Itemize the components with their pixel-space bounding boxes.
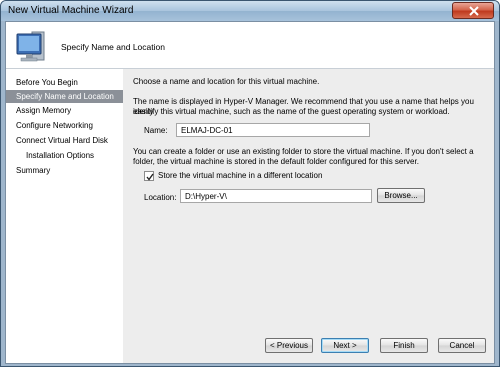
name-label: Name: (144, 126, 168, 135)
close-icon (469, 6, 479, 16)
sidebar-item-summary[interactable]: Summary (6, 164, 123, 177)
location-label: Location: (144, 193, 177, 202)
sidebar-item-connect-virtual-hard-disk[interactable]: Connect Virtual Hard Disk (6, 134, 123, 147)
page-title: Specify Name and Location (61, 42, 165, 52)
sidebar-item-before-you-begin[interactable]: Before You Begin (6, 76, 123, 89)
name-input[interactable]: ELMAJ-DC-01 (176, 123, 370, 137)
close-button[interactable] (452, 2, 494, 19)
sidebar-item-configure-networking[interactable]: Configure Networking (6, 119, 123, 132)
sidebar-item-installation-options[interactable]: Installation Options (6, 149, 123, 162)
next-button[interactable]: Next > (321, 338, 369, 353)
folder-description-line-2: folder, the virtual machine is stored in… (133, 157, 419, 166)
title-bar[interactable]: New Virtual Machine Wizard (1, 1, 499, 21)
intro-text: Choose a name and location for this virt… (133, 77, 320, 86)
wizard-window: New Virtual Machine Wizard Specify Name … (0, 0, 500, 367)
store-location-label[interactable]: Store the virtual machine in a different… (158, 171, 322, 181)
name-description-line-2: identify this virtual machine, such as t… (133, 107, 450, 116)
checkmark-icon (146, 173, 154, 181)
sidebar-item-specify-name-location[interactable]: Specify Name and Location (6, 90, 123, 103)
cancel-button[interactable]: Cancel (438, 338, 486, 353)
wizard-header: Specify Name and Location (6, 22, 494, 69)
computer-monitor-icon (16, 31, 45, 62)
browse-button[interactable]: Browse... (377, 188, 425, 203)
previous-button[interactable]: < Previous (265, 338, 313, 353)
location-input[interactable]: D:\Hyper-V\ (180, 189, 372, 203)
wizard-steps-sidebar: Before You Begin Specify Name and Locati… (6, 69, 123, 363)
finish-button[interactable]: Finish (380, 338, 428, 353)
sidebar-item-assign-memory[interactable]: Assign Memory (6, 104, 123, 117)
folder-description-line-1: You can create a folder or use an existi… (133, 147, 474, 156)
window-title: New Virtual Machine Wizard (8, 5, 134, 16)
wizard-main-panel: Choose a name and location for this virt… (123, 69, 494, 363)
wizard-content: Specify Name and Location Before You Beg… (5, 21, 495, 364)
store-location-checkbox[interactable] (144, 171, 154, 181)
